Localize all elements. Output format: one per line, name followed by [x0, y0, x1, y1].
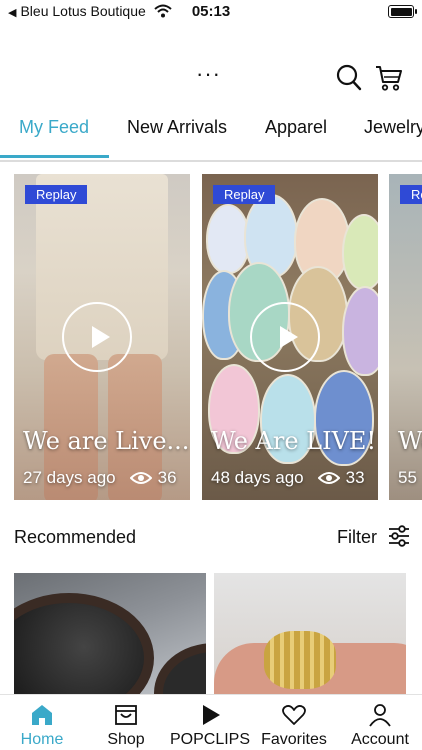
nav-account[interactable]: Account — [338, 695, 422, 750]
tabs-divider — [0, 160, 422, 162]
status-bar: ◀ Bleu Lotus Boutique 05:13 — [0, 0, 422, 26]
heart-icon — [282, 705, 306, 725]
nav-shop-label: Shop — [107, 731, 145, 748]
nav-home[interactable]: Home — [0, 695, 84, 750]
nav-popclips[interactable]: POPCLIPS — [168, 695, 252, 750]
video-card[interactable]: Replay We are Live... 27 days ago 36 — [14, 174, 190, 500]
replay-badge: Replay — [213, 185, 276, 204]
video-age: 48 days ago — [211, 468, 304, 487]
tab-my-feed[interactable]: My Feed — [19, 117, 89, 138]
video-meta: 27 days ago 36 — [23, 468, 177, 488]
status-time: 05:13 — [191, 3, 231, 20]
view-count: 33 — [345, 468, 365, 487]
home-icon — [32, 705, 52, 725]
product-thumbnail[interactable] — [14, 573, 206, 695]
recommended-heading: Recommended — [14, 527, 137, 547]
nav-home-label: Home — [20, 731, 64, 748]
replay-badge: Replay — [400, 185, 422, 204]
tab-new-arrivals[interactable]: New Arrivals — [127, 117, 227, 138]
cart-icon[interactable] — [374, 63, 404, 93]
active-tab-indicator — [0, 155, 109, 158]
person-icon — [369, 704, 391, 727]
eye-icon — [129, 472, 152, 484]
eye-icon — [317, 472, 340, 484]
shop-icon — [115, 705, 137, 725]
video-age: 55 — [398, 468, 417, 487]
tab-jewelry[interactable]: Jewelry — [364, 117, 422, 138]
search-icon[interactable] — [336, 64, 362, 92]
video-age: 27 days ago — [23, 468, 116, 487]
play-icon[interactable] — [250, 302, 320, 372]
filter-icon[interactable] — [387, 524, 411, 548]
nav-account-label: Account — [351, 731, 409, 748]
video-title: We Are LIVE!!! — [211, 427, 378, 455]
more-options-button[interactable]: ··· — [196, 63, 221, 85]
category-tabs: My Feed New Arrivals Apparel Jewelry — [0, 110, 422, 160]
popclips-icon — [203, 705, 220, 725]
video-title: We — [398, 427, 422, 455]
replay-badge: Replay — [25, 185, 88, 204]
product-thumbnail[interactable] — [214, 573, 406, 695]
nav-shop[interactable]: Shop — [84, 695, 168, 750]
nav-popclips-label: POPCLIPS — [169, 731, 251, 748]
tab-apparel[interactable]: Apparel — [265, 117, 327, 138]
bottom-nav: Home Shop POPCLIPS Favorites Account — [0, 694, 422, 750]
video-meta: 48 days ago 33 — [211, 468, 365, 488]
filter-button[interactable]: Filter — [337, 527, 377, 548]
video-card[interactable]: Replay We 55 — [389, 174, 422, 500]
video-meta: 55 — [398, 468, 417, 488]
video-card[interactable]: Replay We Are LIVE!!! 48 days ago 33 — [202, 174, 378, 500]
battery-icon — [388, 5, 417, 18]
video-title: We are Live... — [23, 427, 190, 455]
nav-favorites-label: Favorites — [261, 731, 327, 748]
nav-favorites[interactable]: Favorites — [252, 695, 336, 750]
view-count: 36 — [157, 468, 177, 487]
play-icon[interactable] — [62, 302, 132, 372]
